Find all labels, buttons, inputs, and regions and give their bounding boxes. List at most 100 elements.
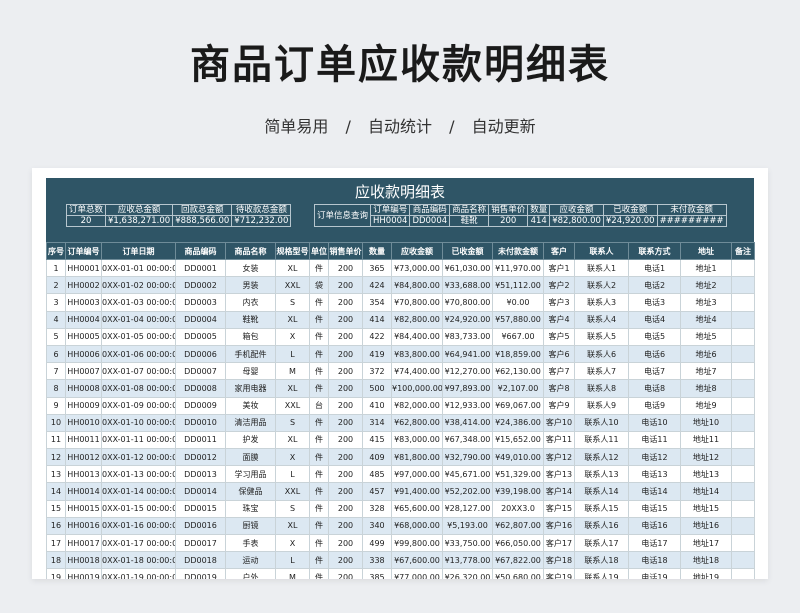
table-cell[interactable]: 15 <box>46 499 66 518</box>
table-cell[interactable]: 家用电器 <box>225 379 276 398</box>
table-cell[interactable]: 200 <box>328 362 363 381</box>
table-cell[interactable]: 客户15 <box>543 499 575 518</box>
table-cell[interactable]: 地址9 <box>680 396 732 415</box>
table-cell[interactable]: 联系人8 <box>574 379 629 398</box>
table-cell[interactable]: ¥67,822.00 <box>492 551 544 570</box>
table-cell[interactable]: 运动 <box>225 551 276 570</box>
table-cell[interactable]: 340 <box>362 516 392 536</box>
table-cell[interactable]: 200 <box>328 482 363 501</box>
table-cell[interactable]: 客户8 <box>543 379 575 398</box>
table-cell[interactable]: 0XX-01-08 00:00:0 <box>101 379 176 398</box>
table-cell[interactable]: ¥70,800.00 <box>391 293 443 312</box>
table-cell[interactable]: ¥64,941.00 <box>442 344 493 364</box>
table-cell[interactable]: ¥26,320.00 <box>442 568 493 579</box>
table-cell[interactable]: 2 <box>46 276 66 295</box>
column-header[interactable]: 订单日期 <box>101 242 176 260</box>
table-cell[interactable] <box>731 344 755 364</box>
table-cell[interactable]: ¥62,807.00 <box>492 516 544 536</box>
table-cell[interactable]: 17 <box>46 533 66 553</box>
table-cell[interactable]: HH0012 <box>65 448 102 467</box>
table-cell[interactable]: S <box>275 293 310 312</box>
table-cell[interactable]: 地址10 <box>680 413 732 432</box>
table-cell[interactable]: 联系人14 <box>574 482 629 501</box>
table-cell[interactable]: 200 <box>328 568 363 579</box>
column-header[interactable]: 订单编号 <box>65 242 102 260</box>
table-cell[interactable]: 200 <box>328 430 363 450</box>
table-cell[interactable]: ¥83,000.00 <box>391 430 443 450</box>
table-cell[interactable]: 件 <box>309 533 329 553</box>
table-cell[interactable]: ¥69,067.00 <box>492 396 544 415</box>
table-cell[interactable]: 地址4 <box>680 310 732 329</box>
order-info-value[interactable]: ¥82,800.00 <box>549 215 604 227</box>
table-cell[interactable]: 485 <box>362 465 392 484</box>
column-header[interactable]: 商品名称 <box>225 242 276 260</box>
column-header[interactable]: 销售单价 <box>328 242 363 260</box>
column-header[interactable]: 备注 <box>731 242 755 260</box>
table-cell[interactable]: 联系人9 <box>574 396 629 415</box>
table-cell[interactable]: M <box>275 362 310 381</box>
table-cell[interactable]: 0XX-01-19 00:00:0 <box>101 568 176 579</box>
table-cell[interactable]: 6 <box>46 344 66 364</box>
table-cell[interactable]: 件 <box>309 568 329 579</box>
table-cell[interactable] <box>731 430 755 450</box>
table-cell[interactable]: L <box>275 465 310 484</box>
table-cell[interactable]: S <box>275 499 310 518</box>
table-cell[interactable]: ¥83,733.00 <box>442 327 493 346</box>
table-cell[interactable]: ¥97,000.00 <box>391 465 443 484</box>
table-cell[interactable]: DD0010 <box>175 413 226 432</box>
table-cell[interactable] <box>731 362 755 381</box>
table-cell[interactable]: 客户11 <box>543 430 575 450</box>
table-cell[interactable]: 电话3 <box>628 293 681 312</box>
table-cell[interactable]: ¥24,920.00 <box>442 310 493 329</box>
table-cell[interactable]: 护发 <box>225 430 276 450</box>
table-cell[interactable]: 地址3 <box>680 293 732 312</box>
table-cell[interactable]: 409 <box>362 448 392 467</box>
table-cell[interactable]: 客户17 <box>543 533 575 553</box>
table-cell[interactable]: ¥15,652.00 <box>492 430 544 450</box>
table-cell[interactable]: ¥61,030.00 <box>442 258 493 278</box>
table-cell[interactable] <box>731 276 755 295</box>
table-cell[interactable]: 200 <box>328 396 363 415</box>
table-cell[interactable]: ¥97,893.00 <box>442 379 493 398</box>
table-cell[interactable]: ¥18,859.00 <box>492 344 544 364</box>
table-cell[interactable]: 件 <box>309 362 329 381</box>
table-cell[interactable]: 客户10 <box>543 413 575 432</box>
table-cell[interactable]: ¥82,000.00 <box>391 396 443 415</box>
table-cell[interactable]: ¥51,329.00 <box>492 465 544 484</box>
table-cell[interactable]: 电话15 <box>628 499 681 518</box>
table-cell[interactable]: 电话14 <box>628 482 681 501</box>
table-cell[interactable]: 地址1 <box>680 258 732 278</box>
table-cell[interactable]: 联系人7 <box>574 362 629 381</box>
column-header[interactable]: 单位 <box>309 242 329 260</box>
table-cell[interactable]: ¥81,800.00 <box>391 448 443 467</box>
table-cell[interactable]: 联系人17 <box>574 533 629 553</box>
table-cell[interactable]: 200 <box>328 516 363 536</box>
table-cell[interactable]: 200 <box>328 413 363 432</box>
table-cell[interactable]: ¥83,800.00 <box>391 344 443 364</box>
table-cell[interactable]: 0XX-01-04 00:00:0 <box>101 310 176 329</box>
table-cell[interactable]: 手机配件 <box>225 344 276 364</box>
table-cell[interactable]: 电话12 <box>628 448 681 467</box>
column-header[interactable]: 联系人 <box>574 242 629 260</box>
table-cell[interactable]: 客户14 <box>543 482 575 501</box>
table-cell[interactable]: 499 <box>362 533 392 553</box>
table-cell[interactable]: DD0018 <box>175 551 226 570</box>
table-cell[interactable]: 200 <box>328 344 363 364</box>
table-cell[interactable]: HH0004 <box>65 310 102 329</box>
table-cell[interactable]: 9 <box>46 396 66 415</box>
table-cell[interactable]: 学习用品 <box>225 465 276 484</box>
table-cell[interactable]: 客户6 <box>543 344 575 364</box>
table-cell[interactable]: 地址17 <box>680 533 732 553</box>
table-cell[interactable]: 地址2 <box>680 276 732 295</box>
table-cell[interactable]: 13 <box>46 465 66 484</box>
table-cell[interactable]: XXL <box>275 396 310 415</box>
table-cell[interactable]: 200 <box>328 465 363 484</box>
table-cell[interactable]: 件 <box>309 327 329 346</box>
table-cell[interactable]: 1 <box>46 258 66 278</box>
table-cell[interactable]: 电话5 <box>628 327 681 346</box>
table-cell[interactable]: 地址15 <box>680 499 732 518</box>
table-cell[interactable]: 电话4 <box>628 310 681 329</box>
table-cell[interactable]: 地址11 <box>680 430 732 450</box>
table-cell[interactable]: 鞋靴 <box>225 310 276 329</box>
table-cell[interactable]: HH0014 <box>65 482 102 501</box>
